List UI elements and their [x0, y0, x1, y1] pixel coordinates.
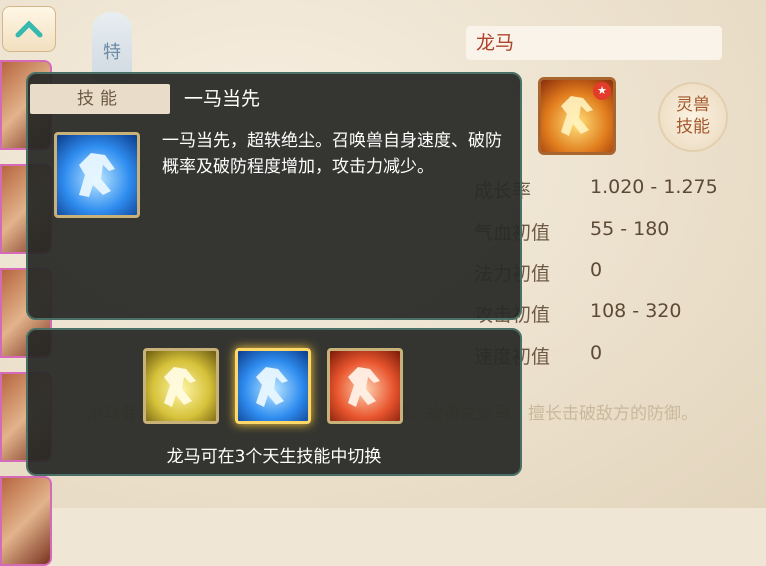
spirit-skill-label-line1: 灵兽: [676, 95, 710, 115]
skill-option-red[interactable]: [327, 348, 403, 424]
stat-value: 0: [590, 259, 603, 281]
stat-value: 108 - 320: [590, 300, 682, 322]
stat-value: 1.020 - 1.275: [590, 176, 718, 198]
skill-name: 一马当先: [184, 88, 261, 110]
skill-option-blue[interactable]: [235, 348, 311, 424]
skill-switch-text: 龙马可在3个天生技能中切换: [166, 447, 382, 467]
blue-horse-icon: [79, 153, 115, 197]
spirit-skill-button[interactable]: 灵兽 技能: [658, 82, 728, 152]
pet-name: 龙马: [466, 26, 722, 60]
tab-special-label: 特: [103, 42, 121, 63]
skill-description: 一马当先，超轶绝尘。召唤兽自身速度、破防概率及破防程度增加，攻击力减少。: [162, 131, 502, 177]
stat-value: 0: [590, 342, 603, 364]
skill-option-golden[interactable]: [143, 348, 219, 424]
collapse-button[interactable]: [2, 6, 56, 52]
red-horse-icon: [348, 367, 380, 407]
pet-avatar[interactable]: [0, 476, 52, 566]
badge: ★: [593, 82, 611, 100]
chevron-up-icon: [15, 20, 43, 38]
skill-icon: [54, 132, 140, 218]
stat-value: 55 - 180: [590, 218, 670, 240]
golden-horse-icon: [164, 367, 196, 407]
skill-tag: 技能: [30, 84, 170, 114]
blue-horse-icon: [256, 367, 288, 407]
spirit-skill-label-line2: 技能: [676, 117, 710, 137]
pet-skill-avatar[interactable]: ★: [538, 77, 616, 155]
